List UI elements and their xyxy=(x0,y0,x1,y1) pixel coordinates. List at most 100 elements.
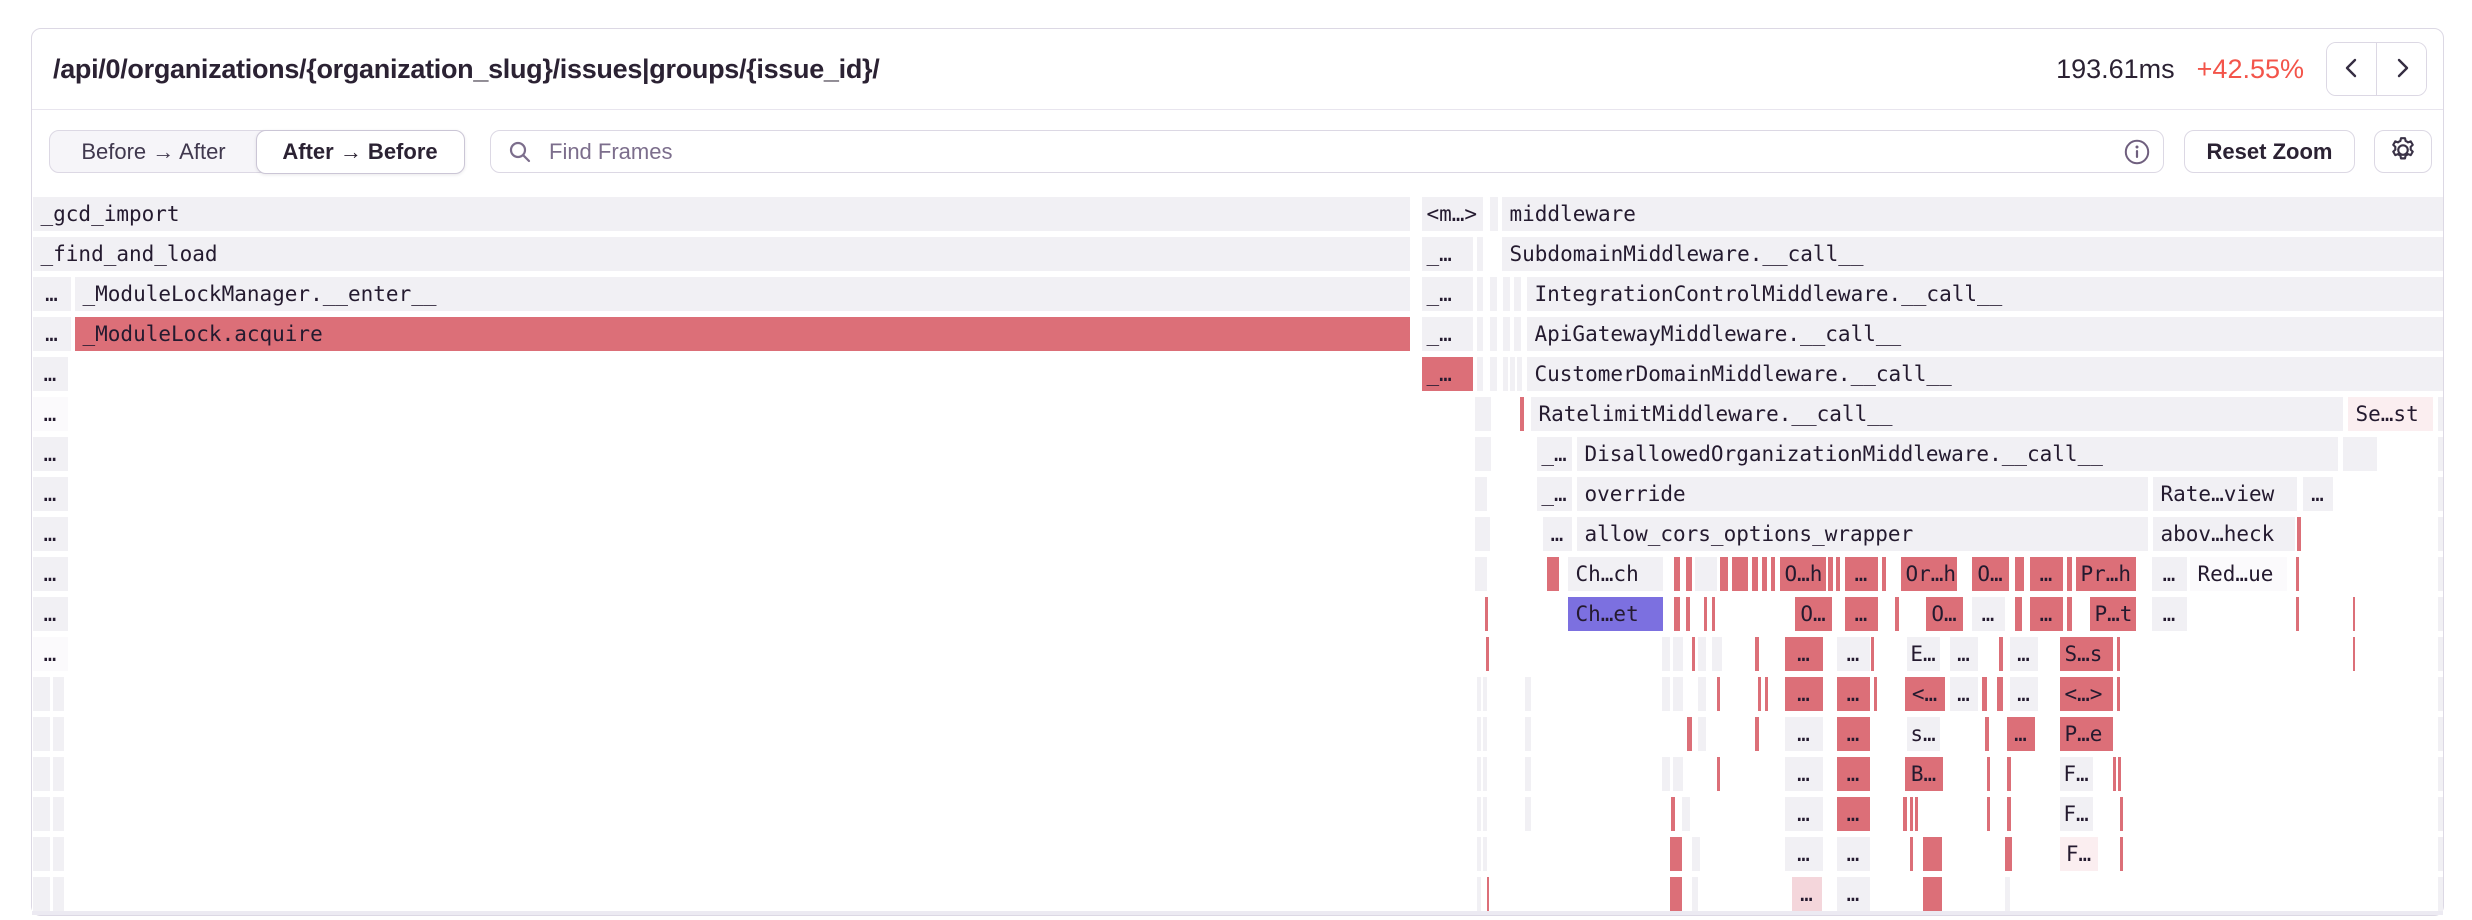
flame-frame[interactable]: Red…ue xyxy=(2190,557,2287,591)
flame-frame[interactable]: Ch…ch xyxy=(1568,557,1663,591)
flame-frame[interactable] xyxy=(1477,277,1483,311)
flame-frame[interactable] xyxy=(1525,717,1531,751)
flame-frame[interactable] xyxy=(2353,637,2355,671)
flame-frame[interactable] xyxy=(2353,597,2355,631)
flame-frame[interactable] xyxy=(1674,557,1680,591)
flame-frame[interactable]: IntegrationControlMiddleware.__call__ xyxy=(1527,277,2443,311)
flame-frame[interactable] xyxy=(1910,837,1913,871)
flame-frame[interactable] xyxy=(1483,837,1487,871)
flame-frame[interactable] xyxy=(1673,757,1683,791)
flame-frame[interactable]: … xyxy=(2030,557,2063,591)
flame-frame[interactable] xyxy=(1982,677,1987,711)
flame-frame[interactable]: … xyxy=(1785,837,1823,871)
flame-frame[interactable] xyxy=(1662,757,1670,791)
flame-frame[interactable] xyxy=(2067,557,2072,591)
flame-frame[interactable] xyxy=(1692,637,1695,671)
flame-frame[interactable]: _… xyxy=(1422,237,1473,271)
flame-frame[interactable] xyxy=(2296,597,2299,631)
flame-frame[interactable]: … xyxy=(1785,797,1823,831)
flame-frame[interactable]: … xyxy=(33,317,71,351)
flame-frame[interactable] xyxy=(1673,677,1683,711)
flame-frame[interactable]: S…s xyxy=(2060,637,2113,671)
flame-frame[interactable] xyxy=(2438,557,2443,591)
flame-frame[interactable] xyxy=(2113,757,2116,791)
flame-frame[interactable]: … xyxy=(1837,797,1870,831)
flame-frame[interactable]: … xyxy=(33,517,68,551)
flame-frame[interactable] xyxy=(33,757,50,791)
flame-frame[interactable] xyxy=(1720,557,1728,591)
flame-frame[interactable]: … xyxy=(2007,717,2035,751)
flame-frame[interactable]: _… xyxy=(1537,477,1572,511)
flame-frame[interactable] xyxy=(1673,637,1683,671)
flame-frame[interactable]: _… xyxy=(1537,437,1572,471)
flame-frame[interactable] xyxy=(53,677,64,711)
flame-frame[interactable] xyxy=(2438,717,2443,751)
find-frames-input[interactable] xyxy=(490,130,2164,173)
flame-frame[interactable]: _… xyxy=(1422,357,1473,391)
flame-frame[interactable] xyxy=(2438,757,2443,791)
flame-frame[interactable] xyxy=(1477,757,1481,791)
flame-frame[interactable]: E… xyxy=(1907,637,1940,671)
flame-frame[interactable]: … xyxy=(2010,637,2038,671)
flame-frame[interactable]: … xyxy=(2152,597,2187,631)
segment-after-before[interactable]: After → Before xyxy=(256,130,465,174)
flame-frame[interactable] xyxy=(1525,797,1531,831)
flame-frame[interactable]: F… xyxy=(2060,837,2098,871)
flame-frame[interactable] xyxy=(1923,877,1942,911)
flame-frame[interactable] xyxy=(53,877,64,911)
flame-frame[interactable] xyxy=(1882,557,1886,591)
flame-frame[interactable] xyxy=(1698,717,1706,751)
flame-frame[interactable] xyxy=(1755,717,1759,751)
flame-frame[interactable] xyxy=(1687,717,1692,751)
flame-frame[interactable]: _find_and_load xyxy=(33,237,1410,271)
flame-frame[interactable]: O… xyxy=(1795,597,1832,631)
flame-frame[interactable]: … xyxy=(33,397,68,431)
flame-frame[interactable] xyxy=(1987,757,1990,791)
flame-frame[interactable] xyxy=(1692,837,1700,871)
flame-frame[interactable] xyxy=(1674,597,1680,631)
flame-frame[interactable] xyxy=(2343,437,2377,471)
segment-before-after[interactable]: Before → After xyxy=(50,131,257,172)
flame-frame[interactable] xyxy=(1765,677,1768,711)
flame-frame[interactable] xyxy=(2438,877,2443,911)
flame-frame[interactable]: … xyxy=(33,437,68,471)
flame-frame[interactable]: … xyxy=(1837,717,1870,751)
flame-frame[interactable]: … xyxy=(1785,677,1823,711)
flame-frame[interactable] xyxy=(33,717,50,751)
flame-frame[interactable] xyxy=(53,797,64,831)
flame-frame[interactable]: override xyxy=(1577,477,2148,511)
flame-frame[interactable]: middleware xyxy=(1502,197,2443,231)
flame-frame[interactable] xyxy=(1514,317,1521,351)
flame-frame[interactable]: … xyxy=(33,477,68,511)
flame-frame[interactable] xyxy=(2296,557,2299,591)
flame-frame[interactable]: DisallowedOrganizationMiddleware.__call_… xyxy=(1577,437,2338,471)
flame-frame[interactable]: … xyxy=(33,277,71,311)
flame-frame[interactable]: O… xyxy=(1972,557,2009,591)
flame-frame[interactable]: … xyxy=(2303,477,2333,511)
flame-frame[interactable]: … xyxy=(1845,557,1878,591)
flame-frame[interactable] xyxy=(1758,677,1761,711)
flame-frame[interactable]: … xyxy=(1950,637,1978,671)
flame-frame[interactable] xyxy=(1477,677,1481,711)
flame-frame[interactable]: … xyxy=(1785,637,1823,671)
flame-frame[interactable] xyxy=(1686,557,1692,591)
flame-frame[interactable]: … xyxy=(1543,517,1572,551)
flame-frame[interactable] xyxy=(1477,317,1483,351)
flame-frame[interactable]: … xyxy=(1837,677,1870,711)
flame-frame[interactable] xyxy=(1999,637,2003,671)
flame-frame[interactable] xyxy=(1483,757,1487,791)
flame-frame[interactable] xyxy=(2438,397,2443,431)
flame-frame[interactable]: s… xyxy=(1907,717,1940,751)
flame-frame[interactable]: … xyxy=(2030,597,2063,631)
flame-frame[interactable] xyxy=(1752,557,1758,591)
flame-frame[interactable] xyxy=(1732,557,1748,591)
flame-frame[interactable]: P…t xyxy=(2090,597,2136,631)
flame-frame[interactable] xyxy=(1671,797,1675,831)
flame-frame[interactable] xyxy=(1987,797,1990,831)
flame-frame[interactable]: Pr…h xyxy=(2076,557,2136,591)
flame-frame[interactable] xyxy=(2438,637,2443,671)
flame-frame[interactable] xyxy=(1510,357,1515,391)
flame-frame[interactable]: _gcd_import xyxy=(33,197,1410,231)
flame-frame[interactable] xyxy=(1903,797,1907,831)
flame-frame[interactable]: F… xyxy=(2060,797,2093,831)
